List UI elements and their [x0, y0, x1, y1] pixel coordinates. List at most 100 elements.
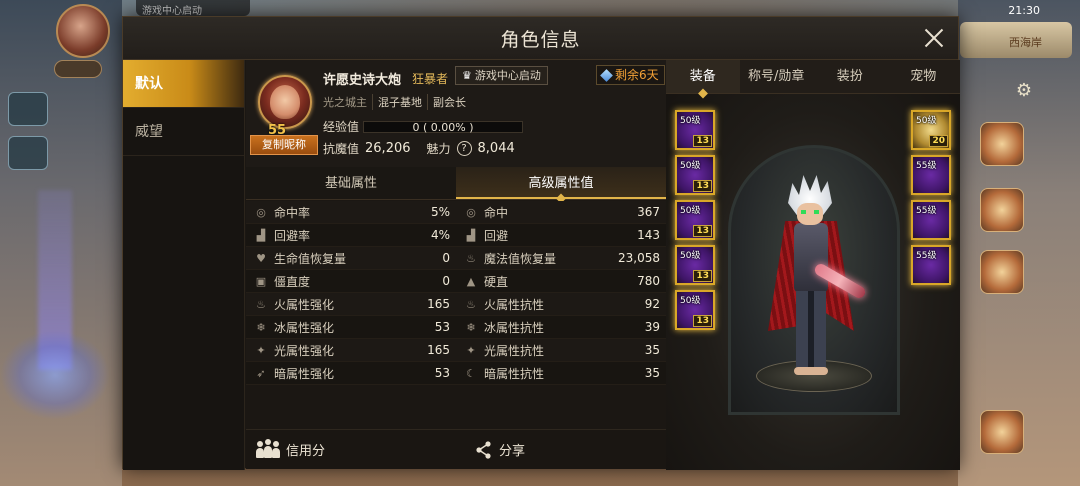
attribute-value: 92	[644, 297, 660, 311]
equipment-level: 50级	[680, 116, 701, 126]
attribute-table: ◎ 命中率 5% ◎ 命中 367 ▟ 回避率 4% ▟ 回避 143 ♥ 生命值恢复量 0 ♨ 魔法值恢复量 2…	[246, 201, 666, 401]
diamond-icon	[600, 68, 613, 82]
equipment-slot[interactable]: 55级	[911, 200, 951, 240]
stats-row: 抗魔值 26,206 魅力 ? 8,044	[323, 140, 525, 157]
event-icon[interactable]	[980, 410, 1024, 454]
character-model	[766, 175, 868, 385]
enhance-badge: 13	[693, 135, 712, 147]
attribute-value: 23,058	[618, 251, 660, 265]
stun-icon: ▣	[255, 274, 267, 288]
character-class: 狂暴者	[412, 72, 449, 86]
attribute-cell: ▣ 僵直度 0	[246, 273, 456, 290]
vip-remaining-label: 剩余6天	[615, 68, 659, 82]
boot-icon: ▟	[256, 228, 266, 242]
tab-basic-attributes[interactable]: 基础属性	[246, 167, 456, 199]
attribute-cell: ➶ 暗属性强化 53	[246, 365, 456, 382]
equipment-slot[interactable]: 50级 13	[675, 245, 715, 285]
attribute-label: 火属性强化	[274, 297, 335, 312]
attribute-cell: ▲ 硬直 780	[456, 273, 666, 290]
enhance-badge: 13	[693, 315, 712, 327]
event-icon[interactable]	[980, 188, 1024, 232]
heart-icon: ♥	[256, 251, 266, 265]
close-icon[interactable]	[920, 24, 948, 52]
guild-name: 混子基地	[372, 94, 427, 110]
equipment-slot[interactable]: 55级	[911, 245, 951, 285]
city-title: 光之城主	[323, 96, 367, 109]
attribute-row: ▣ 僵直度 0 ▲ 硬直 780	[246, 270, 666, 293]
equipment-slot[interactable]: 50级 13	[675, 290, 715, 330]
attribute-cell: ♥ 生命值恢复量 0	[246, 250, 456, 267]
attribute-cell: ❄ 冰属性强化 53	[246, 319, 456, 336]
attribute-cell: ◎ 命中率 5%	[246, 204, 456, 221]
character-avatar: 55	[258, 75, 312, 138]
event-icon[interactable]	[980, 250, 1024, 294]
share-button[interactable]: 分享	[475, 440, 525, 459]
tab-equipment[interactable]: 装备	[666, 60, 740, 93]
avatar-face	[270, 85, 300, 119]
top-status-bar: 游戏中心启动	[136, 0, 250, 17]
attribute-value: 35	[644, 343, 660, 357]
tab-costume[interactable]: 装扮	[813, 60, 887, 93]
share-icon	[475, 440, 493, 459]
attribute-value: 5%	[430, 205, 450, 219]
equipment-level: 50级	[680, 206, 701, 216]
player-level-chip[interactable]	[54, 60, 102, 78]
attribute-value: 35	[644, 366, 660, 380]
launch-badge-label: 游戏中心启动	[474, 69, 541, 82]
attribute-cell: ♨ 魔法值恢复量 23,058	[456, 250, 666, 267]
enhance-badge: 20	[929, 135, 948, 147]
attribute-label: 暗属性强化	[274, 366, 335, 381]
side-tabs: 默认 威望	[123, 60, 245, 470]
event-icon[interactable]	[980, 122, 1024, 166]
hero-feet	[794, 367, 828, 375]
vip-remaining-badge[interactable]: 剩余6天	[596, 65, 665, 85]
attribute-label: 冰属性抗性	[484, 320, 545, 335]
credit-score-button[interactable]: 信用分	[256, 438, 325, 459]
side-menu-button[interactable]	[8, 92, 48, 126]
anti-magic-label: 抗魔值	[323, 142, 360, 156]
attribute-row: ❄ 冰属性强化 53 ❄ 冰属性抗性 39	[246, 316, 666, 339]
attribute-row: ➶ 暗属性强化 53 ☾ 暗属性抗性 35	[246, 362, 666, 385]
gear-icon[interactable]: ⚙	[1016, 80, 1032, 101]
dialog-title-bar: 角色信息	[123, 17, 958, 60]
equipment-slot[interactable]: 55级	[911, 155, 951, 195]
stagger-icon: ▲	[466, 274, 476, 288]
player-avatar[interactable]	[56, 4, 110, 58]
tab-titles-medals[interactable]: 称号/勋章	[740, 60, 814, 93]
attribute-cell: ▟ 回避 143	[456, 227, 666, 244]
copy-nickname-button[interactable]: 复制昵称	[250, 135, 318, 155]
guild-role: 副会长	[427, 94, 471, 110]
map-label: 西海岸	[1009, 36, 1042, 49]
character-tabs: 装备 称号/勋章 装扮 宠物	[666, 60, 960, 94]
help-icon[interactable]: ?	[456, 141, 472, 156]
tab-advanced-attributes[interactable]: 高级属性值	[456, 167, 666, 199]
tab-pet[interactable]: 宠物	[887, 60, 961, 93]
equipment-slot[interactable]: 50级 20	[911, 110, 951, 150]
exp-text: 0 ( 0.00% )	[412, 120, 474, 134]
equipment-level: 55级	[916, 251, 937, 261]
character-panel: 装备 称号/勋章 装扮 宠物 50级 13 50级 13 50级 13 50级 13 50级 13…	[666, 60, 960, 470]
enhance-badge: 13	[693, 225, 712, 237]
attribute-label: 命中率	[274, 205, 311, 220]
equipment-slot[interactable]: 50级 13	[675, 155, 715, 195]
side-tab-prestige[interactable]: 威望	[123, 108, 244, 156]
dark-bird-icon: ➶	[256, 366, 266, 380]
side-menu-button[interactable]	[8, 136, 48, 170]
attribute-value: 4%	[430, 228, 450, 242]
side-tab-default[interactable]: 默认	[123, 60, 244, 108]
attribute-value: 367	[637, 205, 660, 219]
attribute-cell: ❄ 冰属性抗性 39	[456, 319, 666, 336]
equipment-level: 50级	[680, 251, 701, 261]
equipment-slot[interactable]: 50级 13	[675, 200, 715, 240]
equipment-slot[interactable]: 50级 13	[675, 110, 715, 150]
light-icon: ✦	[256, 343, 266, 357]
potion-icon: ♨	[466, 251, 476, 265]
attribute-label: 光属性强化	[274, 343, 335, 358]
charm-value: 8,044	[477, 141, 515, 156]
attribute-cell: ♨ 火属性强化 165	[246, 296, 456, 313]
moon-icon: ☾	[466, 366, 476, 380]
enhance-badge: 13	[693, 180, 712, 192]
attribute-value: 53	[434, 320, 450, 334]
attribute-cell: ◎ 命中 367	[456, 204, 666, 221]
attribute-label: 生命值恢复量	[274, 251, 347, 266]
